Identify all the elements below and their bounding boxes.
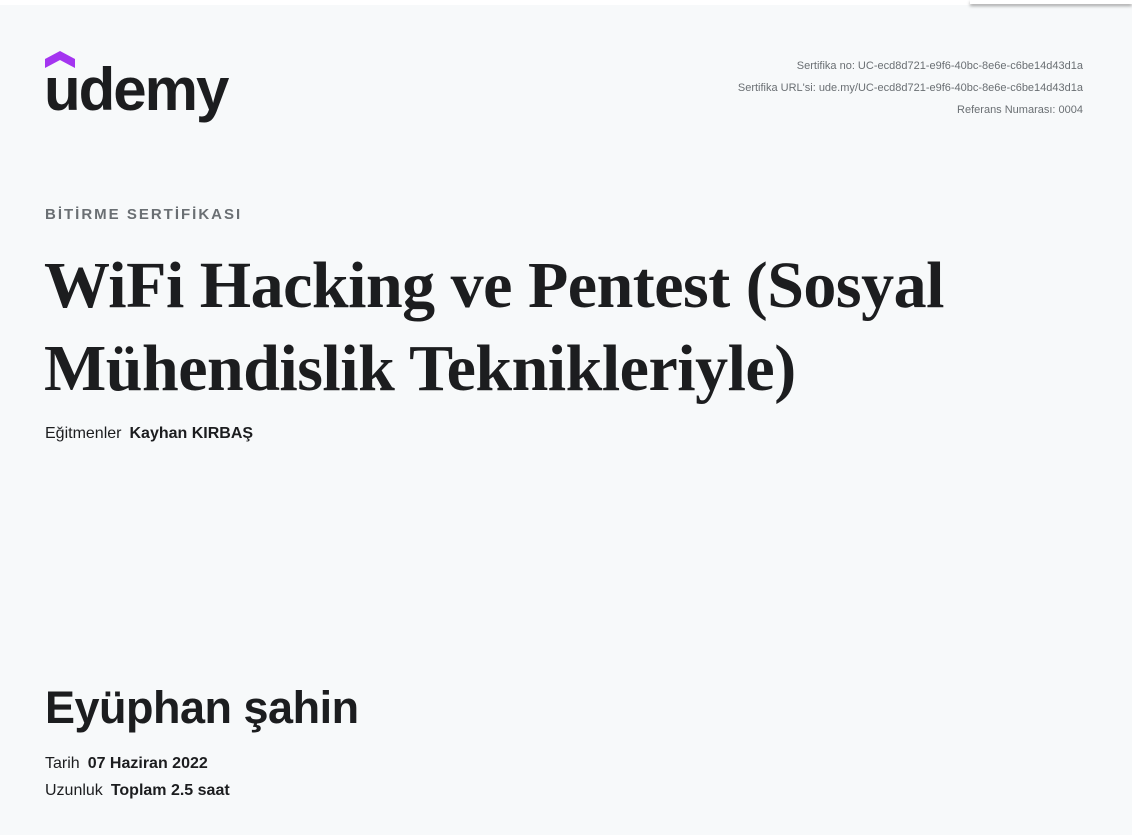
date-label: Tarih — [45, 755, 80, 772]
certificate-meta: Sertifika no: UC-ecd8d721-e9f6-40bc-8e6e… — [738, 55, 1083, 121]
top-right-shadow — [970, 0, 1132, 4]
udemy-logo: udemy — [44, 50, 244, 130]
logo-text: udemy — [44, 56, 229, 123]
date-row: Tarih 07 Haziran 2022 — [45, 755, 208, 773]
certificate-number: Sertifika no: UC-ecd8d721-e9f6-40bc-8e6e… — [796, 60, 1083, 72]
reference-number: Referans Numarası: 0004 — [957, 104, 1083, 116]
top-strip — [0, 0, 1132, 5]
course-title-line1: WiFi Hacking ve Pentest (Sosyal — [44, 249, 944, 322]
certificate-url: Sertifika URL'si: ude.my/UC-ecd8d721-e9f… — [737, 82, 1083, 94]
instructors: Eğitmenler Kayhan KIRBAŞ — [45, 425, 253, 443]
length-value: Toplam 2.5 saat — [110, 782, 230, 799]
instructors-value: Kayhan KIRBAŞ — [129, 425, 254, 442]
date-value: 07 Haziran 2022 — [87, 755, 208, 772]
length-row: Uzunluk Toplam 2.5 saat — [45, 782, 230, 800]
student-name: Eyüphan şahin — [45, 682, 359, 733]
certificate-kicker: BİTİRME SERTİFİKASI — [45, 206, 243, 223]
course-title: WiFi Hacking ve Pentest (Sosyal Mühendis… — [44, 244, 1124, 410]
instructors-label: Eğitmenler — [45, 425, 122, 442]
length-label: Uzunluk — [45, 782, 103, 799]
course-title-line2: Mühendislik Teknikleriyle) — [44, 332, 796, 405]
